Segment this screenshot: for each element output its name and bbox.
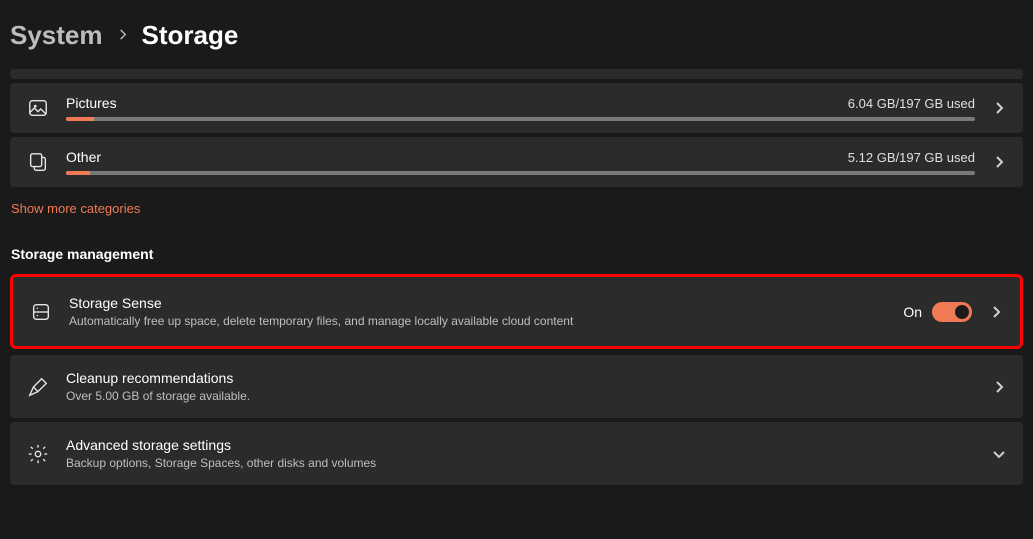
broom-icon [26,375,50,399]
storage-category-pictures[interactable]: Pictures 6.04 GB/197 GB used [10,83,1023,133]
chevron-down-icon [991,448,1007,460]
setting-desc: Backup options, Storage Spaces, other di… [66,456,975,470]
storage-info: Pictures 6.04 GB/197 GB used [66,95,975,121]
storage-sense-toggle[interactable] [932,302,972,322]
category-used: 6.04 GB/197 GB used [848,96,975,111]
copy-icon [26,150,50,174]
section-heading-storage-management: Storage management [11,246,1023,262]
show-more-categories-link[interactable]: Show more categories [10,191,140,216]
setting-text: Advanced storage settings Backup options… [66,437,975,470]
category-used: 5.12 GB/197 GB used [848,150,975,165]
chevron-right-icon [991,381,1007,393]
gear-icon [26,442,50,466]
setting-title: Advanced storage settings [66,437,975,453]
setting-text: Storage Sense Automatically free up spac… [69,295,887,328]
chevron-right-icon [988,306,1004,318]
database-icon [29,300,53,324]
toggle-knob [955,305,969,319]
toggle-label: On [903,304,922,320]
storage-category-other[interactable]: Other 5.12 GB/197 GB used [10,137,1023,187]
page-title: Storage [142,20,239,51]
partial-row [10,69,1023,79]
setting-storage-sense[interactable]: Storage Sense Automatically free up spac… [10,274,1023,349]
usage-fill [66,171,90,175]
storage-info: Other 5.12 GB/197 GB used [66,149,975,175]
chevron-right-icon [991,102,1007,114]
chevron-right-icon [117,27,128,44]
usage-bar [66,171,975,175]
setting-advanced-storage[interactable]: Advanced storage settings Backup options… [10,422,1023,485]
setting-cleanup-recommendations[interactable]: Cleanup recommendations Over 5.00 GB of … [10,355,1023,418]
setting-title: Cleanup recommendations [66,370,975,386]
category-title: Pictures [66,95,117,111]
breadcrumb-parent[interactable]: System [10,20,103,51]
breadcrumb: System Storage [10,10,1023,69]
setting-desc: Over 5.00 GB of storage available. [66,389,975,403]
toggle-wrap: On [903,302,972,322]
category-title: Other [66,149,101,165]
setting-text: Cleanup recommendations Over 5.00 GB of … [66,370,975,403]
setting-title: Storage Sense [69,295,887,311]
chevron-right-icon [991,156,1007,168]
usage-bar [66,117,975,121]
setting-desc: Automatically free up space, delete temp… [69,314,887,328]
image-icon [26,96,50,120]
usage-fill [66,117,94,121]
